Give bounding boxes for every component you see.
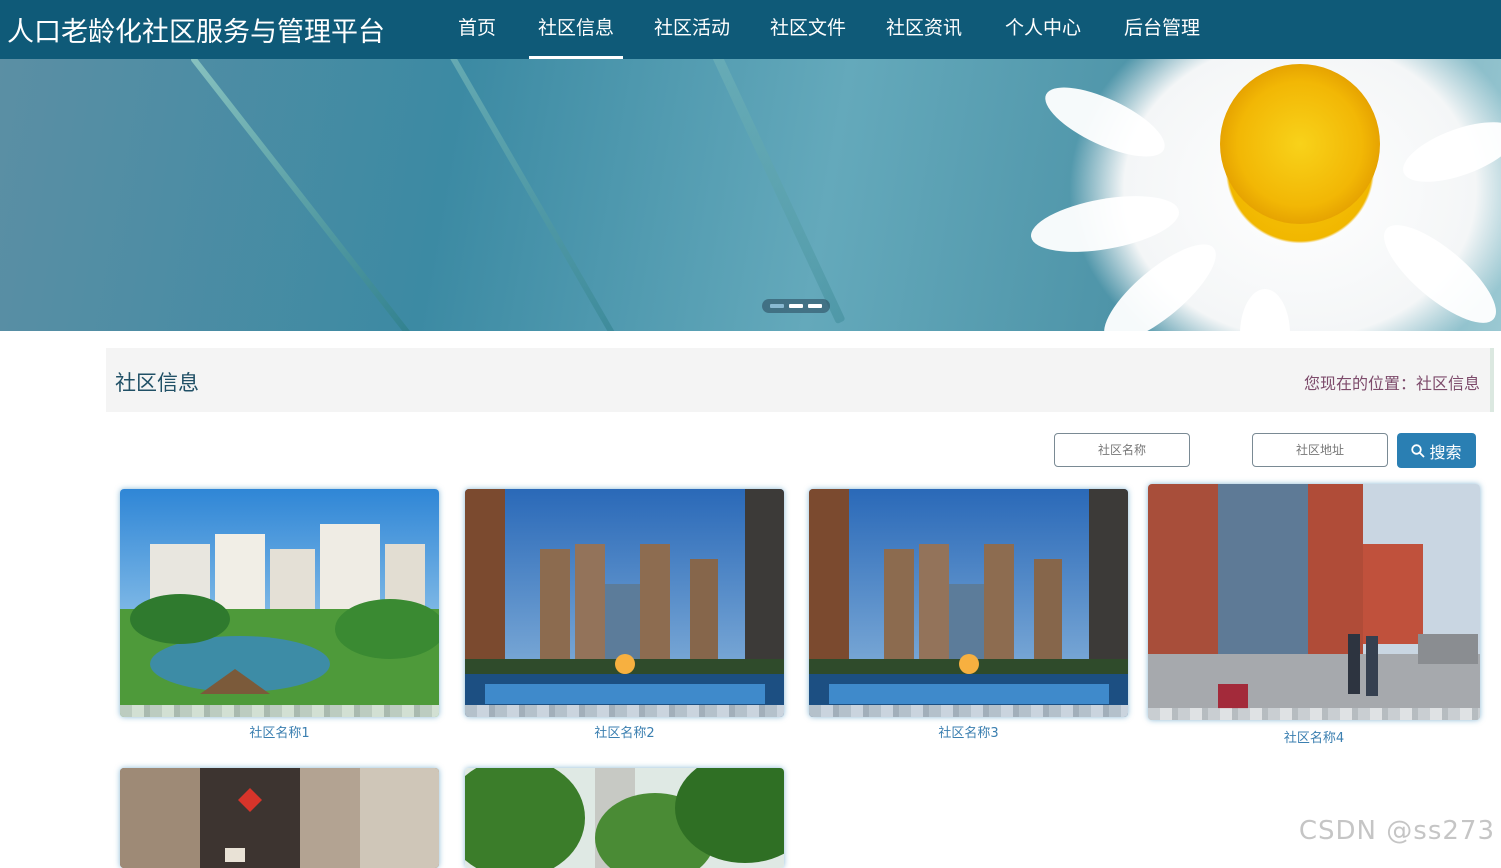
community-card[interactable]: 社区名称4 xyxy=(1148,484,1480,746)
community-name[interactable]: 社区名称1 xyxy=(120,722,439,741)
community-card[interactable]: 社区名称2 xyxy=(465,489,784,741)
search-button-label: 搜索 xyxy=(1429,442,1462,462)
community-card[interactable] xyxy=(465,768,784,868)
community-card[interactable]: 社区名称1 xyxy=(120,489,439,741)
community-name-input[interactable] xyxy=(1054,433,1190,467)
community-image[interactable] xyxy=(120,768,439,868)
nav-item-community-news[interactable]: 社区资讯 xyxy=(886,0,962,59)
community-image[interactable] xyxy=(809,489,1128,717)
nav-item-home[interactable]: 首页 xyxy=(458,0,496,59)
banner-grass-blade xyxy=(189,59,417,331)
banner-flower-center xyxy=(1220,64,1380,224)
breadcrumb: 您现在的位置：社区信息 xyxy=(1303,374,1480,393)
nav-item-community-files[interactable]: 社区文件 xyxy=(770,0,846,59)
community-image[interactable] xyxy=(120,489,439,717)
community-name[interactable]: 社区名称4 xyxy=(1148,727,1480,746)
nav-item-personal-center[interactable]: 个人中心 xyxy=(1005,0,1081,59)
hero-banner[interactable] xyxy=(0,59,1501,331)
carousel-dot-1[interactable] xyxy=(770,304,784,308)
top-navbar: 人口老龄化社区服务与管理平台 首页 社区信息 社区活动 社区文件 社区资讯 个人… xyxy=(0,0,1501,59)
community-card[interactable] xyxy=(120,768,439,868)
banner-petal xyxy=(1240,289,1290,331)
carousel-dot-3[interactable] xyxy=(808,304,822,308)
blurred-strip xyxy=(120,705,439,717)
search-button[interactable]: 搜索 xyxy=(1397,433,1476,468)
carousel-dot-2[interactable] xyxy=(789,304,803,308)
section-header: 社区信息 您现在的位置：社区信息 xyxy=(106,348,1494,412)
blurred-strip xyxy=(809,705,1128,717)
community-image[interactable] xyxy=(465,768,784,868)
watermark: CSDN @ss273 xyxy=(1298,816,1495,846)
banner-grass-blade xyxy=(430,59,616,331)
banner-petal xyxy=(1370,209,1501,331)
blurred-strip xyxy=(465,705,784,717)
community-name[interactable]: 社区名称2 xyxy=(465,722,784,741)
banner-petal xyxy=(1026,186,1184,262)
carousel-indicators xyxy=(762,299,830,313)
nav-item-community-activities[interactable]: 社区活动 xyxy=(654,0,730,59)
search-icon xyxy=(1411,443,1426,462)
community-image[interactable] xyxy=(1148,484,1480,720)
community-address-input[interactable] xyxy=(1252,433,1388,467)
banner-petal xyxy=(1395,109,1501,195)
nav-item-admin[interactable]: 后台管理 xyxy=(1124,0,1200,59)
community-image[interactable] xyxy=(465,489,784,717)
site-title[interactable]: 人口老龄化社区服务与管理平台 xyxy=(7,10,385,49)
page-title: 社区信息 xyxy=(115,371,199,395)
community-name[interactable]: 社区名称3 xyxy=(809,722,1128,741)
nav-item-community-info[interactable]: 社区信息 xyxy=(528,0,624,59)
blurred-strip xyxy=(1148,708,1480,720)
banner-petal xyxy=(1036,73,1174,171)
banner-grass-blade xyxy=(684,59,846,325)
community-card[interactable]: 社区名称3 xyxy=(809,489,1128,741)
